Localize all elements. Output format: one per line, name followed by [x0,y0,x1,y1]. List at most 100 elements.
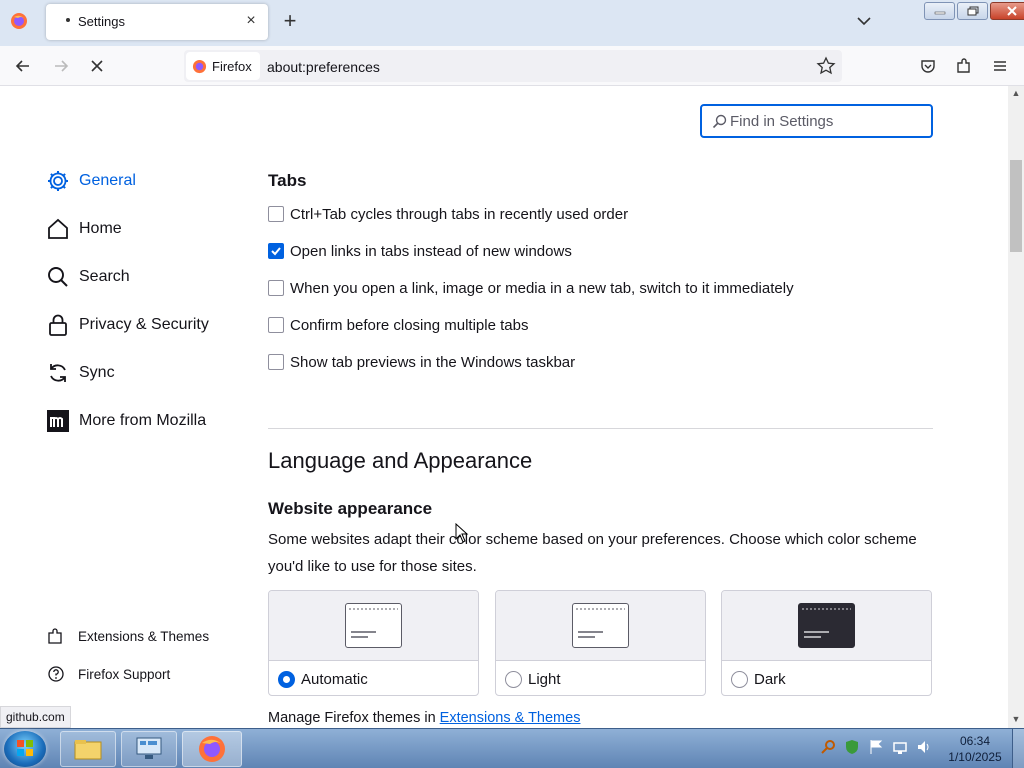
taskbar-control-panel[interactable] [121,731,177,767]
tabs-option-ctrl-tab[interactable]: Ctrl+Tab cycles through tabs in recently… [268,204,628,224]
search-icon [712,114,727,129]
url-text[interactable]: about:preferences [267,59,380,75]
option-label: Show tab previews in the Windows taskbar [290,353,576,371]
option-label: When you open a link, image or media in … [290,279,794,297]
scheme-option[interactable]: Light [496,662,705,695]
firefox-logo-icon[interactable] [10,12,28,30]
firefox-icon [199,736,225,762]
taskbar-explorer[interactable] [60,731,116,767]
pocket-icon[interactable] [917,55,939,77]
navigation-bar: Firefox about:preferences [0,46,1024,86]
sidebar-item-privacy[interactable]: Privacy & Security [45,311,209,339]
taskbar-clock[interactable]: 06:34 1/10/2025 [940,733,1010,765]
checkbox[interactable] [268,317,284,333]
tabs-option-taskbar-previews[interactable]: Show tab previews in the Windows taskbar [268,352,575,372]
scheme-dark[interactable]: Dark [721,590,932,696]
sidebar-item-search[interactable]: Search [45,263,130,291]
clock-time: 06:34 [959,734,991,748]
tab-loading-dot [66,18,70,22]
forward-arrow-icon [50,55,72,77]
url-bar[interactable]: Firefox about:preferences [184,50,842,82]
clock-date: 1/10/2025 [948,750,1002,764]
scheme-label: Dark [754,671,786,688]
tab-settings[interactable]: Settings × [46,4,268,40]
checkbox[interactable] [268,206,284,222]
security-shield-icon[interactable] [844,739,860,755]
scroll-down-arrow-icon[interactable]: ▼ [1011,714,1021,724]
checkbox[interactable] [268,354,284,370]
radio[interactable] [505,671,522,688]
tab-bar: Settings × + [0,0,1024,46]
scrollbar-thumb[interactable] [1010,160,1022,252]
sync-icon [45,360,71,386]
scheme-option[interactable]: Dark [722,662,931,695]
scheme-light[interactable]: Light [495,590,706,696]
folder-icon [74,740,102,760]
sidebar-item-home[interactable]: Home [45,215,122,243]
windows-logo-icon [17,740,33,756]
page-scrollbar[interactable]: ▲ ▼ [1008,86,1024,728]
radio[interactable] [731,671,748,688]
search-icon [45,264,71,290]
scroll-up-arrow-icon[interactable]: ▲ [1011,88,1021,98]
status-bar-url: github.com [0,706,71,728]
sidebar-item-label: Sync [79,364,115,381]
network-icon[interactable] [892,739,908,755]
scheme-preview-area [496,591,705,661]
tab-title: Settings [78,14,125,29]
firefox-mini-icon [192,59,207,74]
scheme-label: Light [528,671,561,688]
new-tab-button[interactable]: + [280,10,300,32]
gear-icon [45,168,71,194]
tabs-option-open-links[interactable]: Open links in tabs instead of new window… [268,241,572,261]
language-appearance-heading: Language and Appearance [268,448,533,473]
scheme-preview-area [722,591,931,661]
tabs-option-switch-immediately[interactable]: When you open a link, image or media in … [268,278,794,298]
settings-page: Find in Settings General Home Search Pri… [0,86,1008,728]
identity-box[interactable]: Firefox [186,52,260,80]
checkbox[interactable] [268,280,284,296]
sidebar-item-general[interactable]: General [45,167,136,195]
sidebar-item-label: Privacy & Security [79,316,209,333]
sidebar-item-label: Home [79,220,122,237]
back-arrow-icon[interactable] [12,55,34,77]
scheme-option[interactable]: Automatic [269,662,478,695]
sidebar-link-extensions-themes[interactable]: Extensions & Themes [45,625,209,647]
light-preview-icon [572,603,629,648]
system-tray [820,739,932,755]
minimize-button[interactable] [924,2,955,20]
checkbox-checked[interactable] [268,243,284,259]
show-desktop-button[interactable] [1012,729,1024,768]
close-tab-icon[interactable]: × [242,12,260,30]
action-center-flag-icon[interactable] [868,739,884,755]
computer-icon [136,737,162,759]
start-button[interactable] [4,731,46,767]
bookmark-star-icon[interactable] [816,56,836,76]
sidebar-item-label: Search [79,268,130,285]
volume-icon[interactable] [916,739,932,755]
extensions-themes-link[interactable]: Extensions & Themes [440,710,581,726]
option-label: Confirm before closing multiple tabs [290,316,529,334]
key-icon[interactable] [820,739,836,755]
lock-icon [45,312,71,338]
find-placeholder: Find in Settings [730,113,834,130]
chevron-down-icon[interactable] [855,12,873,30]
sidebar-item-more-from-mozilla[interactable]: More from Mozilla [45,407,206,435]
sidebar-link-firefox-support[interactable]: Firefox Support [45,663,170,685]
sidebar-footer-label: Firefox Support [78,666,171,682]
stop-loading-icon[interactable] [86,55,108,77]
extensions-puzzle-icon[interactable] [953,55,975,77]
help-icon [45,663,67,685]
restore-button[interactable] [957,2,988,20]
radio-selected[interactable] [278,671,295,688]
close-window-button[interactable] [990,2,1024,20]
sidebar-item-sync[interactable]: Sync [45,359,115,387]
taskbar-firefox[interactable] [182,731,242,767]
hamburger-menu-icon[interactable] [989,55,1011,77]
tabs-option-confirm-close[interactable]: Confirm before closing multiple tabs [268,315,528,335]
sidebar-item-label: General [79,172,136,189]
scheme-automatic[interactable]: Automatic [268,590,479,696]
find-in-settings-input[interactable]: Find in Settings [700,104,933,138]
tabs-heading: Tabs [268,171,307,190]
section-divider [268,428,933,429]
